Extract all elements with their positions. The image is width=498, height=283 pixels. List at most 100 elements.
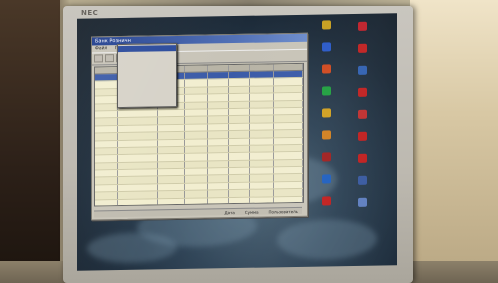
- table-cell: [207, 183, 229, 190]
- desktop-shortcut-label: [345, 186, 379, 187]
- table-cell: [157, 117, 185, 125]
- desktop-shortcut-icon[interactable]: [309, 174, 343, 185]
- table-cell: [157, 198, 185, 206]
- desktop-shortcut-label: [345, 98, 379, 99]
- desktop-shortcut-icon[interactable]: [345, 131, 379, 143]
- column-header[interactable]: [274, 63, 303, 71]
- table-cell: [228, 86, 250, 94]
- table-cell: [274, 115, 303, 123]
- wallpaper-cloud: [277, 218, 377, 261]
- table-cell: [207, 72, 229, 79]
- app-icon: [321, 86, 331, 96]
- app-icon: [321, 130, 331, 140]
- table-cell: [184, 131, 208, 139]
- table-cell: [228, 130, 250, 138]
- desktop-shortcut-label: [345, 76, 379, 77]
- table-cell: [274, 70, 303, 78]
- table-cell: [228, 160, 250, 168]
- table-cell: [228, 123, 250, 131]
- desktop-shortcut-icon[interactable]: [345, 175, 379, 187]
- desktop-shortcut-label: [309, 74, 343, 75]
- table-cell: [157, 124, 185, 132]
- column-header[interactable]: [95, 67, 118, 74]
- toolbar-button[interactable]: [94, 54, 103, 63]
- table-cell: [95, 140, 118, 148]
- app-icon: [321, 152, 331, 162]
- table-cell: [249, 108, 275, 116]
- table-cell: [184, 161, 208, 168]
- table-cell: [249, 71, 275, 79]
- table-cell: [228, 197, 250, 205]
- table-cell: [274, 181, 303, 189]
- dropdown-menu-item[interactable]: [118, 99, 176, 106]
- desktop-shortcut-icon[interactable]: [345, 87, 379, 99]
- table-cell: [157, 168, 185, 176]
- table-cell: [228, 182, 250, 190]
- column-header[interactable]: [249, 64, 275, 71]
- table-cell: [249, 130, 275, 138]
- table-cell: [207, 168, 229, 175]
- table-cell: [207, 123, 229, 131]
- desktop-shortcut-icon[interactable]: [309, 152, 343, 163]
- wallpaper-cloud: [87, 232, 177, 264]
- monitor-screen: Банк Розничн Файл Правка Вид Сервис: [77, 13, 397, 271]
- desktop-shortcut-icon[interactable]: [309, 64, 343, 75]
- table-cell: [249, 189, 275, 197]
- table-cell: [207, 205, 229, 207]
- table-cell: [274, 166, 303, 174]
- app-icon: [357, 21, 367, 31]
- desktop-shortcut-label: [345, 54, 379, 55]
- table-cell: [274, 189, 303, 196]
- desktop-shortcut-icon[interactable]: [345, 65, 379, 77]
- desktop-shortcut-icon[interactable]: [345, 43, 379, 55]
- status-field: Пользователь: [268, 208, 298, 215]
- table-cell: [117, 125, 158, 133]
- desktop-shortcut-label: [345, 32, 379, 33]
- table-cell: [228, 138, 250, 146]
- table-cell: [184, 79, 208, 87]
- column-header[interactable]: [207, 65, 229, 72]
- table-cell: [95, 177, 118, 185]
- table-cell: [95, 170, 118, 177]
- desktop-shortcut-icon[interactable]: [309, 86, 343, 97]
- desktop-shortcut-icon[interactable]: [309, 20, 343, 31]
- table-cell: [274, 174, 303, 182]
- column-header[interactable]: [228, 64, 250, 72]
- table-cell: [249, 196, 275, 204]
- table-cell: [184, 72, 208, 80]
- monitor-brand-logo: NEC: [81, 9, 99, 17]
- table-cell: [157, 132, 185, 139]
- table-cell: [249, 145, 275, 153]
- desktop-shortcut-label: [345, 208, 379, 209]
- toolbar-button[interactable]: [105, 54, 114, 63]
- desktop-shortcut-icon[interactable]: [309, 42, 343, 53]
- desktop-shortcut-label: [345, 120, 379, 121]
- table-cell: [228, 93, 250, 101]
- table-cell: [274, 85, 303, 93]
- table-cell: [95, 81, 118, 89]
- table-cell: [95, 103, 118, 111]
- desktop-shortcut-icon[interactable]: [309, 196, 343, 207]
- desktop-shortcut-label: [309, 30, 343, 31]
- desktop-shortcut-icon[interactable]: [345, 21, 379, 33]
- desktop-shortcut-icon[interactable]: [309, 108, 343, 119]
- table-cell: [157, 176, 185, 184]
- table-cell: [249, 204, 275, 207]
- table-cell: [184, 116, 208, 124]
- table-cell: [95, 199, 118, 207]
- background-wall-left: [0, 0, 60, 283]
- column-header[interactable]: [184, 65, 208, 72]
- app-icon: [357, 131, 367, 141]
- desktop-shortcut-icon[interactable]: [345, 109, 379, 121]
- desktop-shortcut-icon[interactable]: [309, 130, 343, 141]
- table-cell: [274, 159, 303, 167]
- desktop-shortcut-icon[interactable]: [345, 197, 379, 209]
- desktop-shortcut-label: [309, 52, 343, 53]
- app-icon: [321, 196, 331, 206]
- table-cell: [117, 176, 158, 184]
- table-cell: [228, 145, 250, 153]
- menu-item[interactable]: Файл: [95, 46, 107, 51]
- app-status-bar: Дата Сумма Пользователь: [94, 206, 302, 218]
- desktop-shortcut-icon[interactable]: [345, 153, 379, 165]
- table-cell: [274, 144, 303, 152]
